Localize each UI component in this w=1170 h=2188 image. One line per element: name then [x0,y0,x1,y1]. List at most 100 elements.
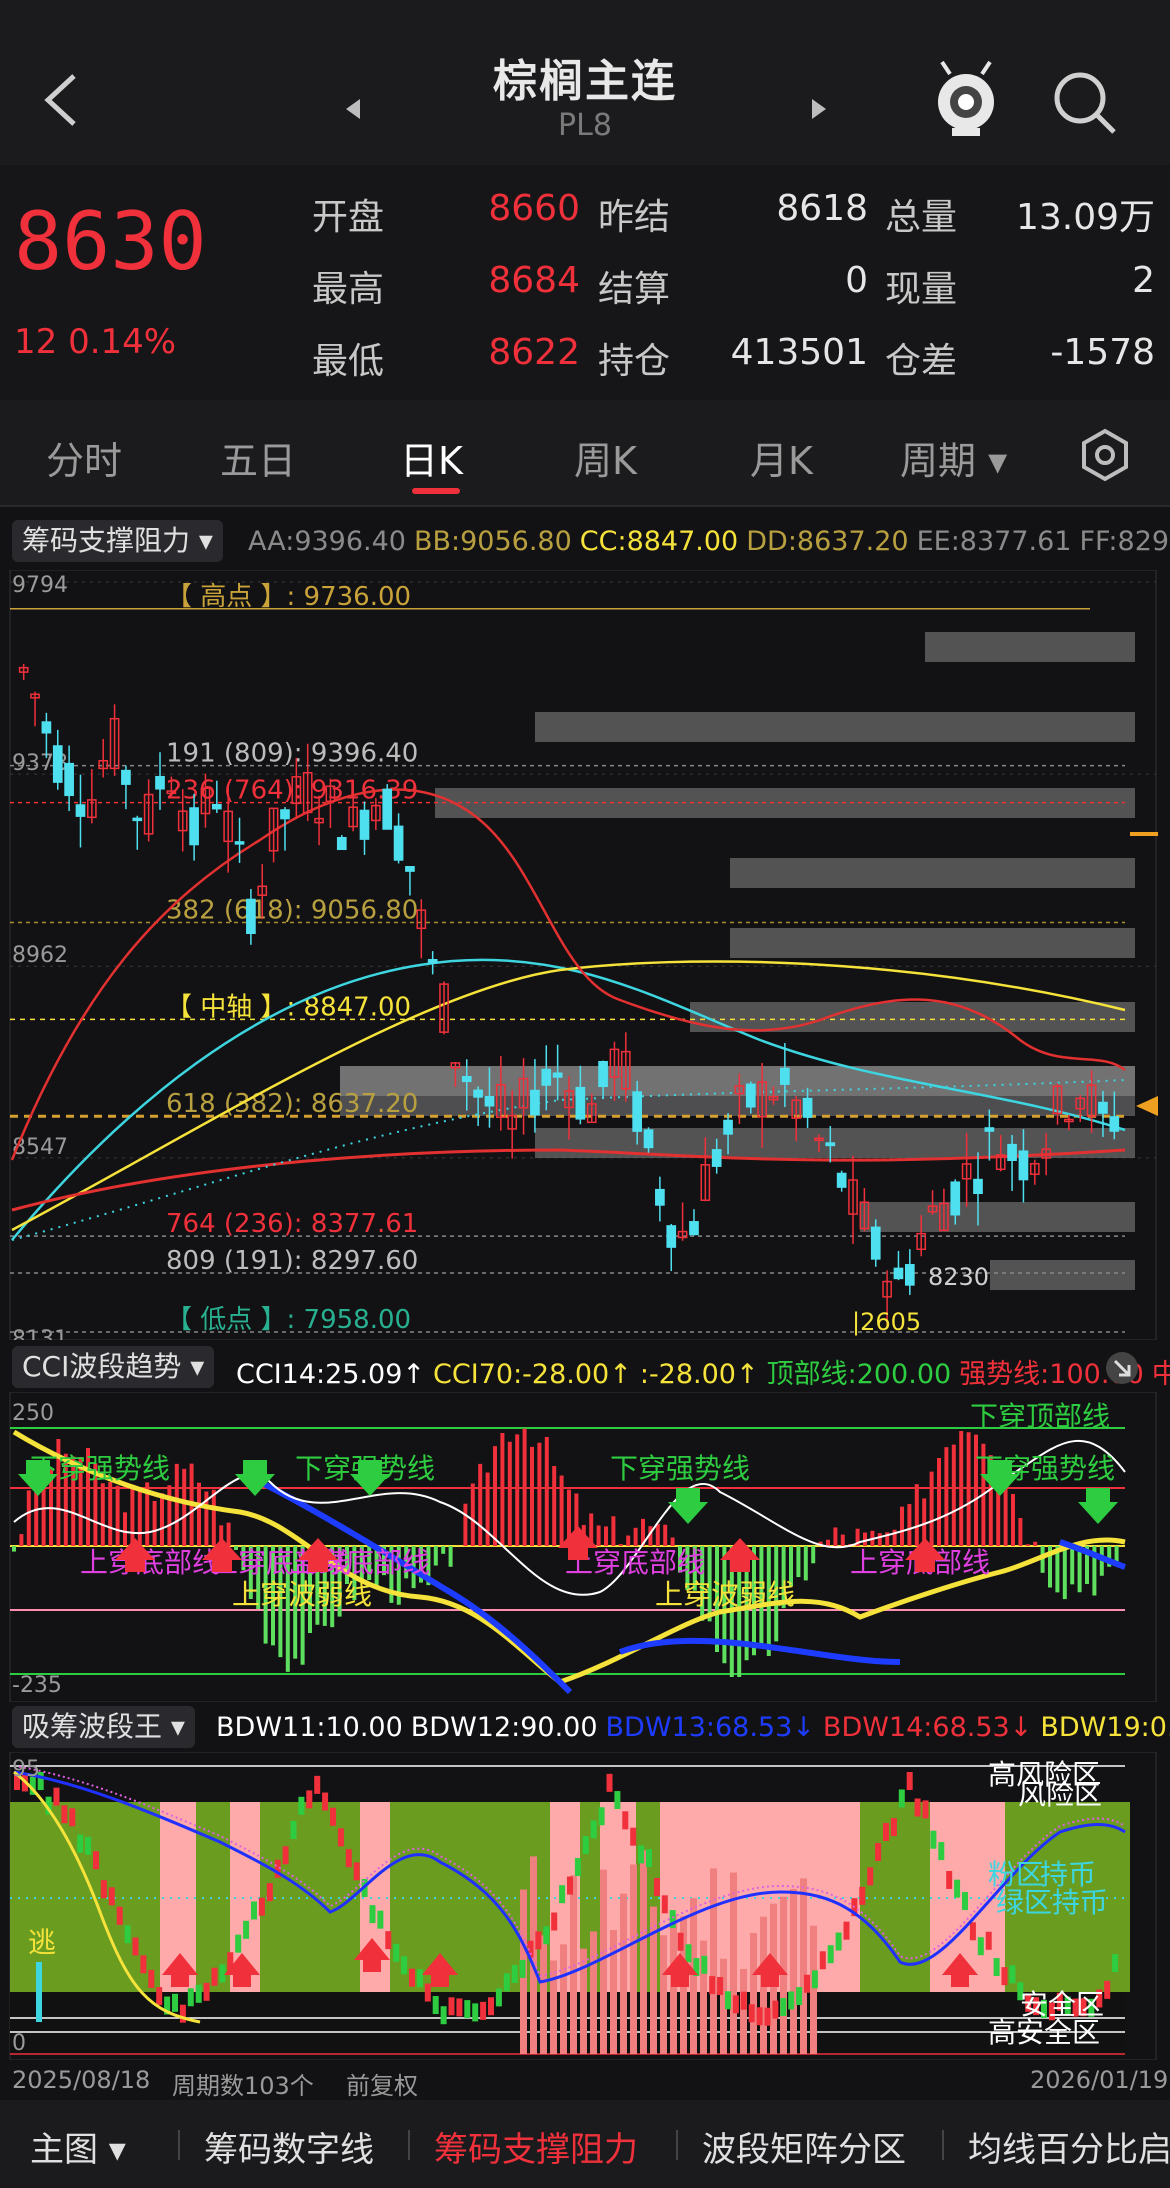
bdw-step-bar [804,1974,810,1993]
low-price-label: 8230 [928,1263,989,1291]
bottom-item-4[interactable]: 均线百分比启 [968,2122,1170,2171]
candle-body [1007,1143,1017,1161]
bdw-step-bar [266,1883,273,1902]
main-readouts: AA:9396.40 BB:9056.80 CC:8847.00 DD:8637.20… [248,526,1170,557]
bdw-step-bar [377,1910,384,1929]
tab-3[interactable]: 周K [574,430,637,485]
candle-body [745,1083,756,1108]
level-label: 【 低点 】: 7958.00 [166,1305,411,1335]
bdw-step-bar [677,1932,684,1951]
candle-body [552,1072,563,1078]
main-indicator-select[interactable]: 筹码支撑阻力 ▾ [12,520,223,562]
bdw-step-bar [503,1973,510,1992]
bdw-pink-bar [630,1864,637,2054]
search-icon[interactable] [1050,68,1120,138]
bdw-step-bar [946,1870,953,1889]
bdw-step-bar [582,1836,589,1855]
settings-hexagon-icon[interactable] [1078,428,1132,482]
bottom-item-1[interactable]: 筹码数字线 [204,2122,374,2171]
bdw-step-bar [551,1912,558,1931]
cci-signal-label: 下穿强势线 [610,1452,750,1485]
divider [676,2130,678,2160]
quote-label: 仓差 [885,341,958,382]
bdw-step-bar [519,1959,526,1978]
candle-body [530,1089,540,1116]
bdw-step-bar [559,1885,566,1904]
bdw-pink-bar [740,1968,747,2054]
quote-label: 开盘 [312,197,385,238]
bdw-pink-bar [620,1893,627,2054]
bdw-step-bar [511,1964,518,1983]
bdw-step-bar [883,1822,889,1841]
candle-body [666,1225,677,1248]
cci-signal-label: 上穿波弱线 [655,1578,795,1611]
bdw-step-bar [914,1798,921,1817]
candle-body [121,769,131,785]
bdw-pink-bar [640,1850,647,2054]
tab-4[interactable]: 月K [750,430,813,485]
level-label: 【 高点 】: 9736.00 [166,582,411,612]
candle-body [950,1181,961,1216]
candle-body [41,721,52,734]
candle-body [132,817,143,822]
chip-bar [730,928,1135,958]
tab-5[interactable]: 周期 ▾ [900,430,1007,485]
bdw-step-bar [622,1811,629,1830]
candle-body [632,1091,643,1132]
tab-2[interactable]: 日K [400,430,463,485]
cci-indicator-select[interactable]: CCI波段趋势 ▾ [12,1346,215,1388]
bdw-step-bar [77,1834,84,1853]
candlestick-chart[interactable]: 97949378896285478131【 高点 】: 9736.00191 (… [0,570,1170,1340]
triangle-right-icon[interactable] [808,97,828,121]
collapse-arrow-icon[interactable] [1104,1350,1140,1386]
main-readout: AA:9396.40 [248,526,406,557]
triangle-left-icon[interactable] [344,97,364,121]
bdw-readout: BDW19:0.0 [1040,1712,1170,1743]
chip-bar-main [340,1066,1135,1116]
bdw-step-bar [701,1955,708,1974]
chip-bar [730,858,1135,888]
bdw-step-bar [827,1945,834,1964]
bdw-step-bar [638,1845,645,1864]
main-readout: CC:8847.00 [579,526,739,557]
bdw-pink-bar [540,1935,547,2054]
app-header: 棕榈主连 PL8 [0,0,1170,165]
cci-readout: 顶部线:200.00 [766,1359,952,1390]
cci-signal-label: 上穿底部线 [80,1546,220,1579]
bdw-step-bar [859,1886,866,1905]
candle-body [473,1089,483,1098]
bottom-item-3[interactable]: 波段矩阵分区 [702,2122,906,2171]
tab-1[interactable]: 五日 [220,430,296,485]
candle-body [246,898,256,935]
bdw-indicator-bar: 吸筹波段王 ▾ BDW11:10.00 BDW12:90.00 BDW13:68.5… [0,1704,1170,1750]
cci-chart[interactable]: 250-235下穿顶部线下穿强势线下穿强势线下穿强势线下穿强势线上穿底部线上穿底… [0,1392,1170,1702]
bdw-pink-bar [790,1888,797,2054]
quote-value: -1578 [1050,332,1155,373]
robot-mascot-icon[interactable] [930,58,1002,138]
candle-body [780,1067,790,1085]
bdw-chart[interactable]: 950高风险区风险区粉区持币绿区持币安全区高安全区逃 [0,1752,1170,2060]
bdw-step-bar [282,1846,289,1865]
bdw-pink-bar [580,1948,587,2054]
bottom-item-0[interactable]: 主图 ▾ [30,2122,126,2171]
cci-readout: CCI70:-28.00↑ [433,1359,632,1390]
bottom-item-2[interactable]: 筹码支撑阻力 [434,2122,638,2171]
candle-body [280,809,290,820]
level-label: 764 (236): 8377.61 [166,1209,418,1239]
bdw-step-bar [938,1842,945,1861]
cci-signal-label: 上穿波弱线 [232,1578,372,1611]
tab-0[interactable]: 分时 [46,430,122,485]
bdw-step-bar [993,1957,1000,1976]
bdw-indicator-select[interactable]: 吸筹波段王 ▾ [12,1706,195,1748]
bdw-step-bar [148,1969,155,1988]
bdw-step-bar [448,1997,455,2016]
cci-axis-bottom: -235 [12,1673,62,1698]
bdw-step-bar [835,1932,842,1951]
bdw-step-bar [290,1820,297,1839]
candle-body [655,1188,665,1206]
bdw-axis-bottom: 0 [12,2031,26,2056]
candle-body [598,1061,608,1088]
cci-indicator-bar: CCI波段趋势 ▾ CCI14:25.09↑ CCI70:-28.00↑:-28.… [0,1344,1170,1390]
candle-body [802,1097,813,1118]
bdw-step-bar [172,1993,178,2012]
